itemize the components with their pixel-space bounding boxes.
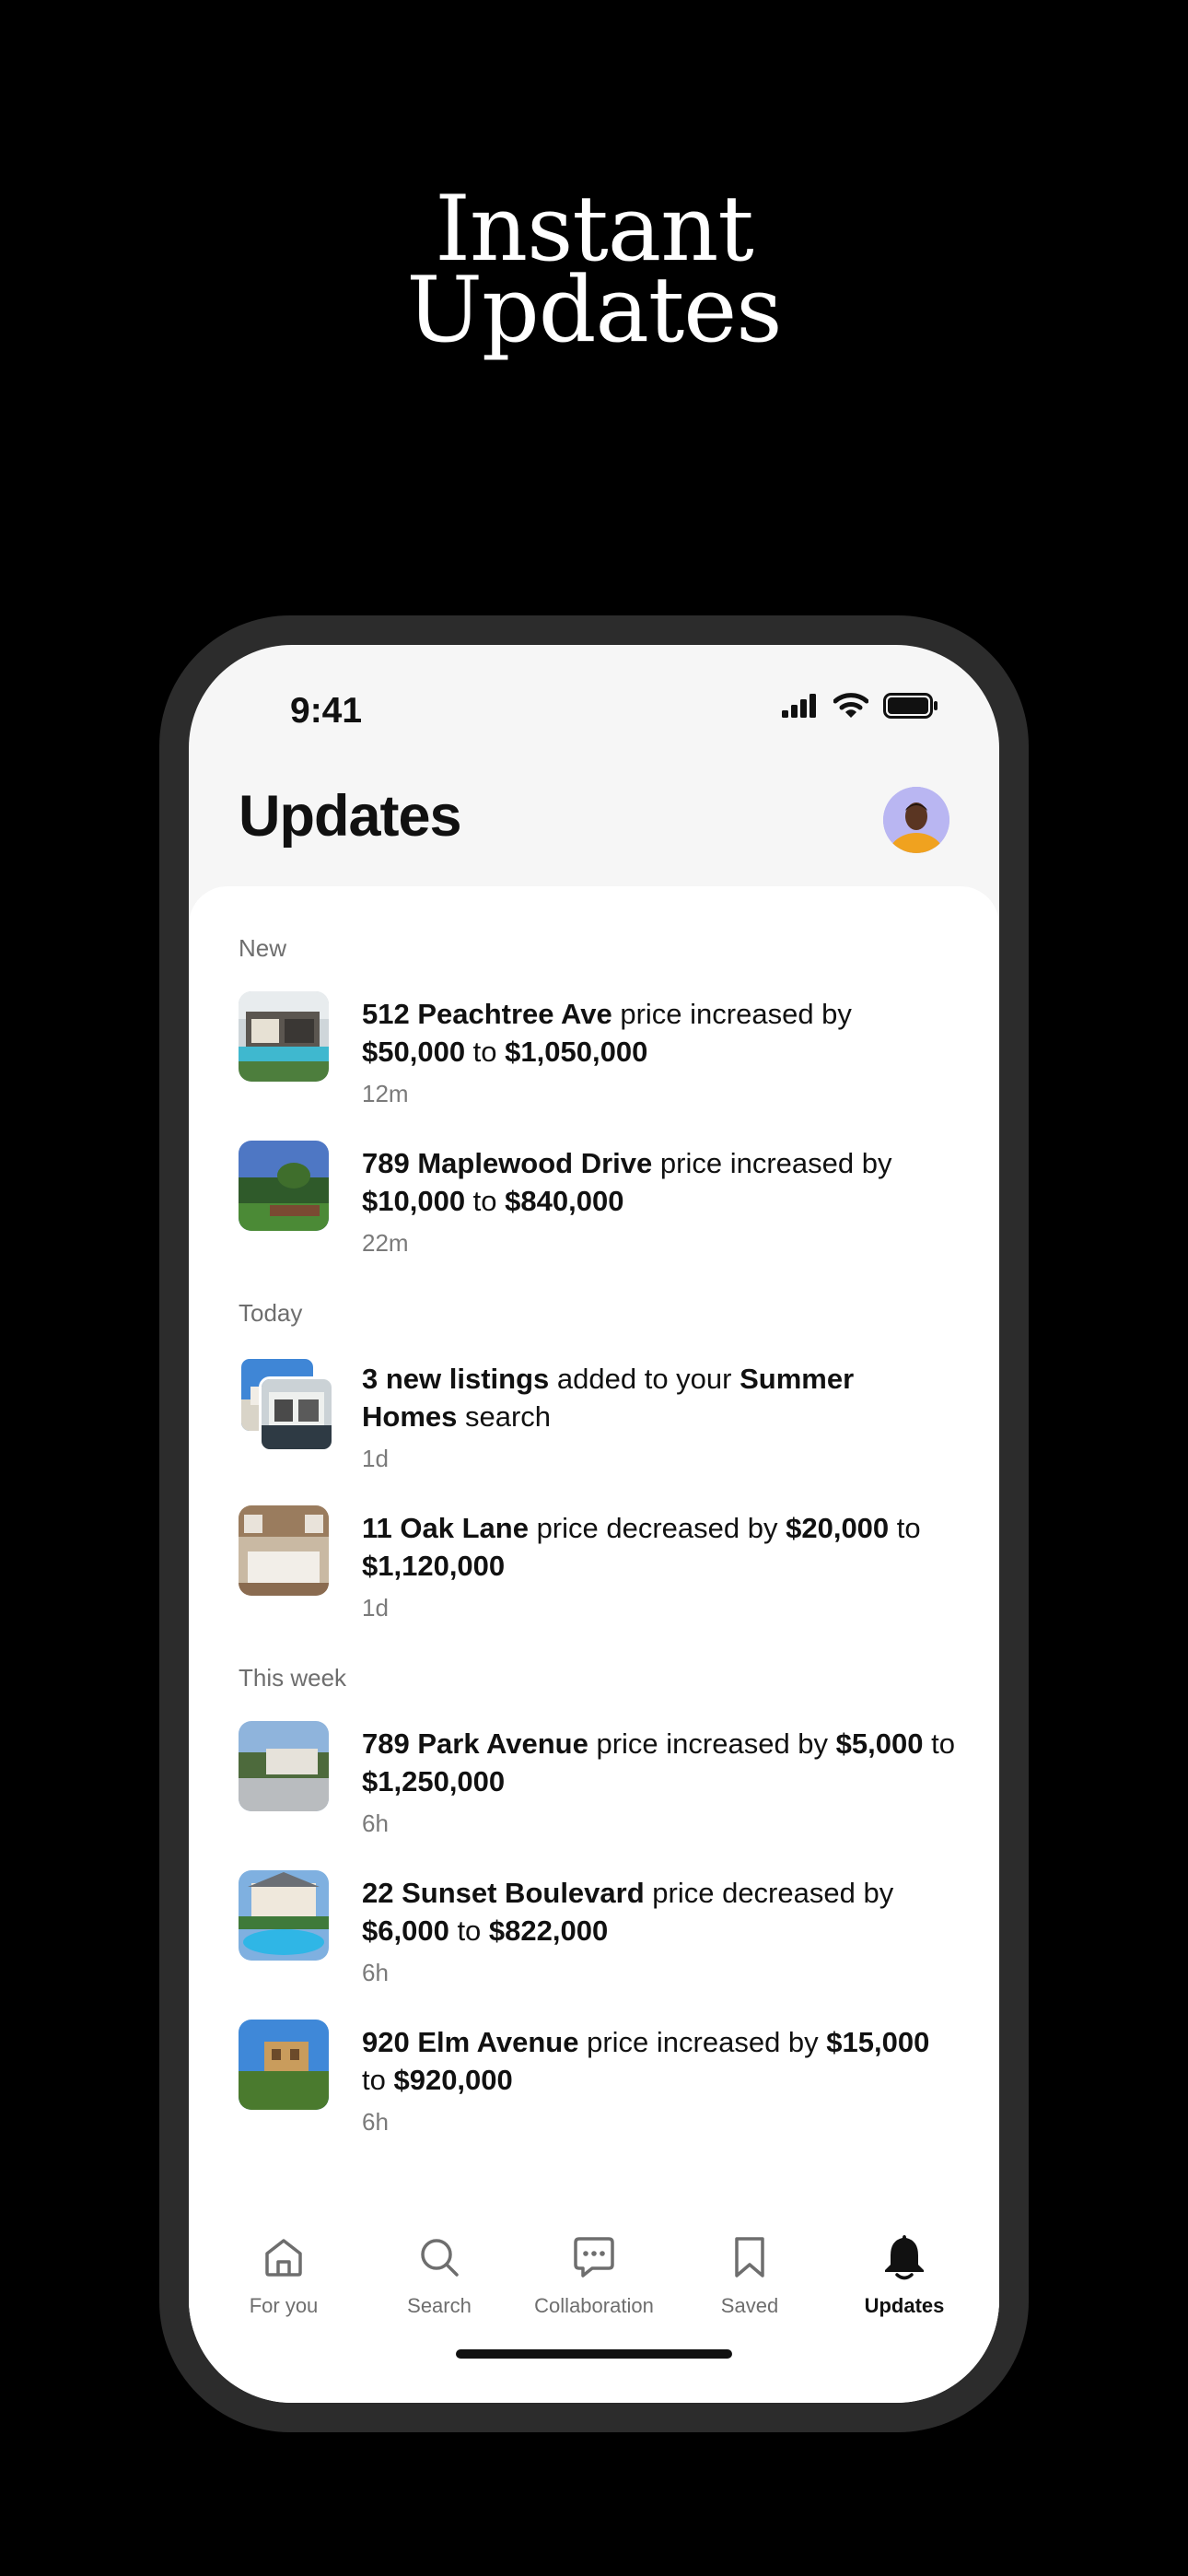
update-message: 11 Oak Lane price decreased by $20,000 t… (362, 1512, 921, 1582)
listing-thumbnail (259, 1376, 334, 1452)
updates-sheet: New 512 Peachtree Ave price increased by… (189, 886, 999, 2403)
section-label-today: Today (239, 1299, 303, 1327)
tab-label: Updates (864, 2294, 945, 2317)
listing-thumbnail (239, 991, 329, 1082)
stacked-thumbnails (239, 1356, 334, 1452)
tab-label: For you (249, 2294, 319, 2317)
tab-label: Search (407, 2294, 472, 2317)
tab-updates[interactable]: Updates (826, 2230, 983, 2318)
profile-photo-icon (883, 787, 949, 853)
home-indicator[interactable] (456, 2349, 732, 2359)
update-message: 512 Peachtree Ave price increased by $50… (362, 998, 852, 1068)
tab-collaboration[interactable]: Collaboration (516, 2230, 672, 2318)
update-time: 6h (362, 1809, 389, 1837)
headline-line-2: Updates (406, 258, 782, 363)
update-message: 789 Park Avenue price increased by $5,00… (362, 1727, 955, 1797)
update-message: 22 Sunset Boulevard price decreased by $… (362, 1877, 894, 1947)
update-time: 6h (362, 2108, 389, 2136)
house-photo (239, 1141, 329, 1231)
tab-saved[interactable]: Saved (671, 2230, 828, 2318)
house-photo (239, 2020, 329, 2110)
update-time: 1d (362, 1594, 389, 1622)
cellular-signal-icon (782, 694, 816, 718)
tab-search[interactable]: Search (361, 2230, 518, 2318)
wifi-icon (833, 693, 868, 718)
update-time: 6h (362, 1959, 389, 1986)
phone-frame: 9:41 Updates New 512 Peachtree Ave price… (159, 615, 1029, 2432)
page-title: Updates (239, 784, 462, 849)
listing-thumbnail (239, 1141, 329, 1231)
chat-icon (574, 2237, 614, 2277)
house-photo (239, 1505, 329, 1596)
home-icon (265, 2239, 302, 2277)
status-time: 9:41 (290, 691, 363, 731)
house-photo (239, 1870, 329, 1961)
update-time: 1d (362, 1445, 389, 1472)
promo-headline: Instant Updates (0, 184, 1188, 363)
house-photo (239, 991, 329, 1082)
house-photo (262, 1379, 332, 1449)
listing-thumbnail (239, 1870, 329, 1961)
search-icon (421, 2239, 459, 2277)
avatar[interactable] (883, 787, 949, 853)
tab-label: Saved (720, 2294, 779, 2317)
update-time: 12m (362, 1080, 409, 1107)
update-message: 3 new listings added to your Summer Home… (362, 1363, 855, 1433)
status-icons (782, 693, 938, 719)
listing-thumbnail (239, 1721, 329, 1811)
listing-thumbnail (239, 2020, 329, 2110)
tab-label: Collaboration (534, 2294, 654, 2317)
section-label-this-week: This week (239, 1664, 347, 1692)
tab-bar: For you Search Collaboration Saved Updat… (189, 2230, 999, 2331)
update-time: 22m (362, 1229, 409, 1257)
tab-for-you[interactable]: For you (205, 2230, 362, 2318)
section-label-new: New (239, 934, 287, 962)
update-message: 920 Elm Avenue price increased by $15,00… (362, 2026, 930, 2096)
bookmark-icon (735, 2237, 764, 2277)
house-photo (239, 1721, 329, 1811)
update-message: 789 Maplewood Drive price increased by $… (362, 1147, 892, 1217)
bell-icon (885, 2235, 924, 2280)
battery-icon (883, 693, 938, 719)
listing-thumbnail (239, 1505, 329, 1596)
phone-screen: 9:41 Updates New 512 Peachtree Ave price… (189, 645, 999, 2403)
